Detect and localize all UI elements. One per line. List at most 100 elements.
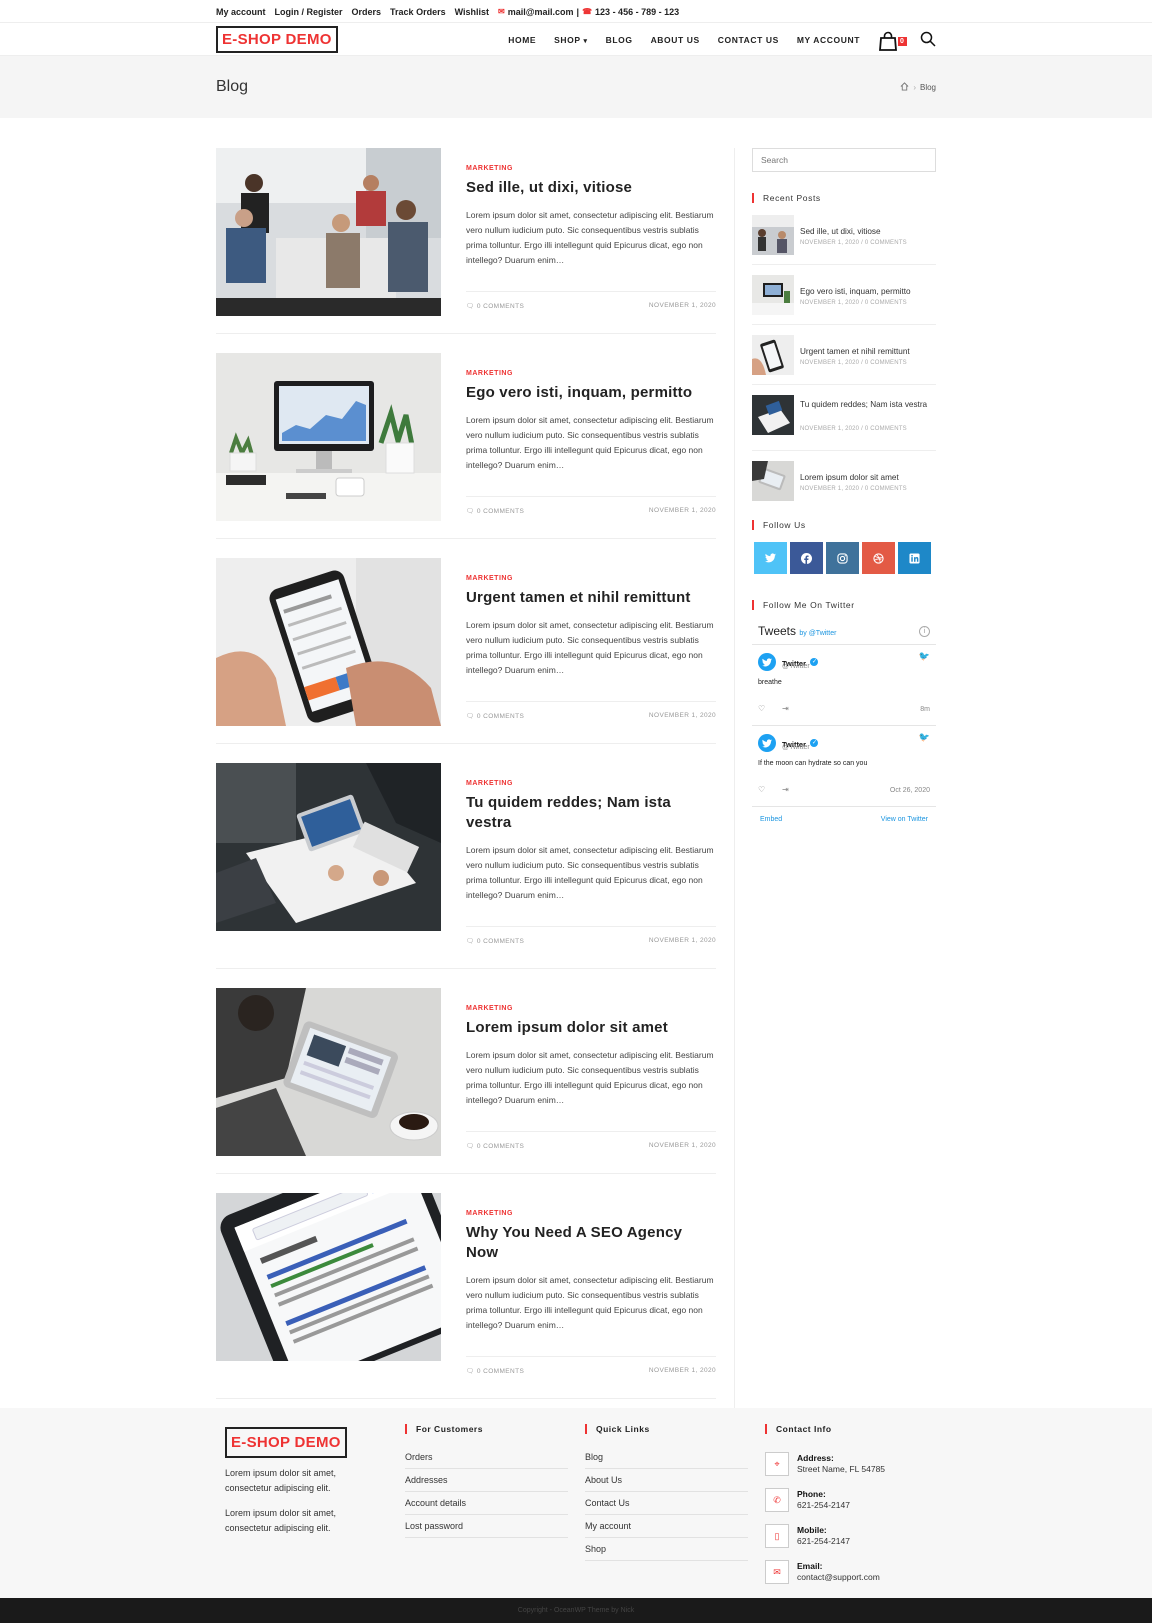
- tweet-item[interactable]: Twitter ✓ @Twitter 🐦 If the moon can hyd…: [752, 725, 936, 806]
- footer-link-orders[interactable]: Orders: [405, 1446, 568, 1469]
- topbar-link-track-orders[interactable]: Track Orders: [390, 7, 446, 17]
- nav-contact-us[interactable]: CONTACT US: [718, 35, 779, 45]
- footer-link-contact-us[interactable]: Contact Us: [585, 1492, 748, 1515]
- contact-value[interactable]: contact@support.com: [797, 1572, 880, 1582]
- cart-button[interactable]: 0: [878, 30, 908, 51]
- topbar-link-login[interactable]: Login / Register: [275, 7, 343, 17]
- post-comments: 0 COMMENTS: [476, 1368, 525, 1375]
- recent-post-thumbnail[interactable]: [752, 215, 794, 255]
- post-comments-link[interactable]: 🗨 0 COMMENTS: [466, 1142, 524, 1150]
- comment-icon: 🗨: [466, 938, 475, 945]
- contact-value[interactable]: 621-254-2147: [797, 1536, 850, 1546]
- post-category[interactable]: MARKETING: [466, 1210, 716, 1217]
- share-icon[interactable]: ⇥: [782, 785, 789, 794]
- nav-shop[interactable]: SHOP ▾: [554, 35, 587, 45]
- instagram-icon[interactable]: [826, 542, 859, 574]
- contact-value[interactable]: 621-254-2147: [797, 1500, 850, 1510]
- post-title[interactable]: Lorem ipsum dolor sit amet: [466, 1018, 716, 1038]
- tweet-item[interactable]: Twitter ✓ @Twitter 🐦 breathe ♡ ⇥ 8m: [752, 644, 936, 725]
- post-comments-link[interactable]: 🗨 0 COMMENTS: [466, 712, 524, 720]
- post-title[interactable]: Sed ille, ut dixi, vitiose: [466, 178, 716, 198]
- post-category[interactable]: MARKETING: [466, 780, 716, 787]
- twitter-avatar[interactable]: [758, 734, 776, 752]
- footer-link-addresses[interactable]: Addresses: [405, 1469, 568, 1492]
- recent-post-thumbnail[interactable]: [752, 461, 794, 501]
- copyright-text: Copyright - OceanWP Theme by Nick: [517, 1607, 635, 1614]
- recent-post-title[interactable]: Ego vero isti, inquam, permitto: [800, 286, 936, 298]
- page-title: Blog: [216, 78, 249, 95]
- comment-icon: 🗨: [466, 1143, 475, 1150]
- embed-link[interactable]: Embed: [760, 816, 782, 823]
- post-body: MARKETING Urgent tamen et nihil remittun…: [466, 558, 716, 678]
- topbar-link-wishlist[interactable]: Wishlist: [455, 7, 489, 17]
- cart-count-badge: 0: [898, 36, 907, 46]
- post-category[interactable]: MARKETING: [466, 1005, 716, 1012]
- recent-post-title[interactable]: Lorem ipsum dolor sit amet: [800, 472, 936, 484]
- post-thumbnail-meeting[interactable]: [216, 148, 441, 316]
- tweet-time[interactable]: 8m: [920, 706, 930, 713]
- footer-logo[interactable]: E-SHOP DEMO: [225, 1427, 347, 1458]
- post-comments-link[interactable]: 🗨 0 COMMENTS: [466, 1367, 524, 1375]
- twitter-avatar[interactable]: [758, 653, 776, 671]
- topbar-link-my-account[interactable]: My account: [216, 7, 266, 17]
- footer-link-about-us[interactable]: About Us: [585, 1469, 748, 1492]
- search-icon[interactable]: [920, 31, 936, 49]
- comment-icon: 🗨: [466, 508, 475, 515]
- info-icon[interactable]: i: [919, 626, 930, 637]
- post-comments-link[interactable]: 🗨 0 COMMENTS: [466, 507, 524, 515]
- like-icon[interactable]: ♡: [758, 704, 765, 713]
- post-thumbnail-google[interactable]: [216, 1193, 441, 1361]
- share-icon[interactable]: ⇥: [782, 704, 789, 713]
- post-category[interactable]: MARKETING: [466, 370, 716, 377]
- topbar-link-orders[interactable]: Orders: [352, 7, 382, 17]
- post-body: MARKETING Sed ille, ut dixi, vitiose Lor…: [466, 148, 716, 268]
- footer-link-account-details[interactable]: Account details: [405, 1492, 568, 1515]
- post-body: MARKETING Tu quidem reddes; Nam ista ves…: [466, 763, 716, 903]
- topbar-email[interactable]: mail@mail.com: [508, 7, 574, 17]
- nav-home[interactable]: HOME: [508, 35, 536, 45]
- footer-link-my-account[interactable]: My account: [585, 1515, 748, 1538]
- sidebar: Recent Posts Sed ille, ut dixi, vitiose …: [752, 148, 936, 823]
- dribbble-icon[interactable]: [862, 542, 895, 574]
- recent-post-thumbnail[interactable]: [752, 335, 794, 375]
- recent-post-title[interactable]: Urgent tamen et nihil remittunt: [800, 346, 936, 358]
- tweet-time[interactable]: Oct 26, 2020: [890, 787, 930, 794]
- post-category[interactable]: MARKETING: [466, 165, 716, 172]
- nav-about-us[interactable]: ABOUT US: [651, 35, 700, 45]
- home-icon[interactable]: [900, 81, 909, 93]
- recent-post-title[interactable]: Sed ille, ut dixi, vitiose: [800, 226, 936, 238]
- footer-link-shop[interactable]: Shop: [585, 1538, 748, 1561]
- like-icon[interactable]: ♡: [758, 785, 765, 794]
- contact-mobile: ▯ Mobile: 621-254-2147: [765, 1524, 945, 1556]
- mobile-icon: ▯: [765, 1524, 789, 1548]
- post-thumbnail-tablet[interactable]: [216, 988, 441, 1156]
- nav-my-account[interactable]: MY ACCOUNT: [797, 35, 860, 45]
- post-thumbnail-desk[interactable]: [216, 353, 441, 521]
- linkedin-icon[interactable]: [898, 542, 931, 574]
- tweets-by-link[interactable]: by @Twitter: [799, 630, 836, 637]
- post-category[interactable]: MARKETING: [466, 575, 716, 582]
- footer-link-lost-password[interactable]: Lost password: [405, 1515, 568, 1538]
- post-comments-link[interactable]: 🗨 0 COMMENTS: [466, 937, 524, 945]
- post-title[interactable]: Tu quidem reddes; Nam ista vestra: [466, 793, 716, 833]
- post-meta: 🗨 0 COMMENTS NOVEMBER 1, 2020: [466, 926, 716, 945]
- site-logo[interactable]: E-SHOP DEMO: [216, 26, 338, 53]
- post-title[interactable]: Ego vero isti, inquam, permitto: [466, 383, 716, 403]
- twitter-icon[interactable]: [754, 542, 787, 574]
- facebook-icon[interactable]: [790, 542, 823, 574]
- post-title[interactable]: Why You Need A SEO Agency Now: [466, 1223, 716, 1263]
- nav-blog[interactable]: BLOG: [606, 35, 633, 45]
- post-thumbnail-teamwork[interactable]: [216, 763, 441, 931]
- post-comments: 0 COMMENTS: [476, 508, 525, 515]
- post-title[interactable]: Urgent tamen et nihil remittunt: [466, 588, 716, 608]
- recent-post-thumbnail[interactable]: [752, 395, 794, 435]
- view-on-twitter-link[interactable]: View on Twitter: [881, 816, 928, 823]
- post-comments-link[interactable]: 🗨 0 COMMENTS: [466, 302, 524, 310]
- recent-post-title[interactable]: Tu quidem reddes; Nam ista vestra: [800, 399, 936, 411]
- sidebar-search-input[interactable]: [752, 148, 936, 172]
- footer-link-blog[interactable]: Blog: [585, 1446, 748, 1469]
- post-thumbnail-phone[interactable]: [216, 558, 441, 726]
- post-meta: 🗨 0 COMMENTS NOVEMBER 1, 2020: [466, 1356, 716, 1375]
- recent-post-thumbnail[interactable]: [752, 275, 794, 315]
- twitter-footer: Embed View on Twitter: [752, 806, 936, 832]
